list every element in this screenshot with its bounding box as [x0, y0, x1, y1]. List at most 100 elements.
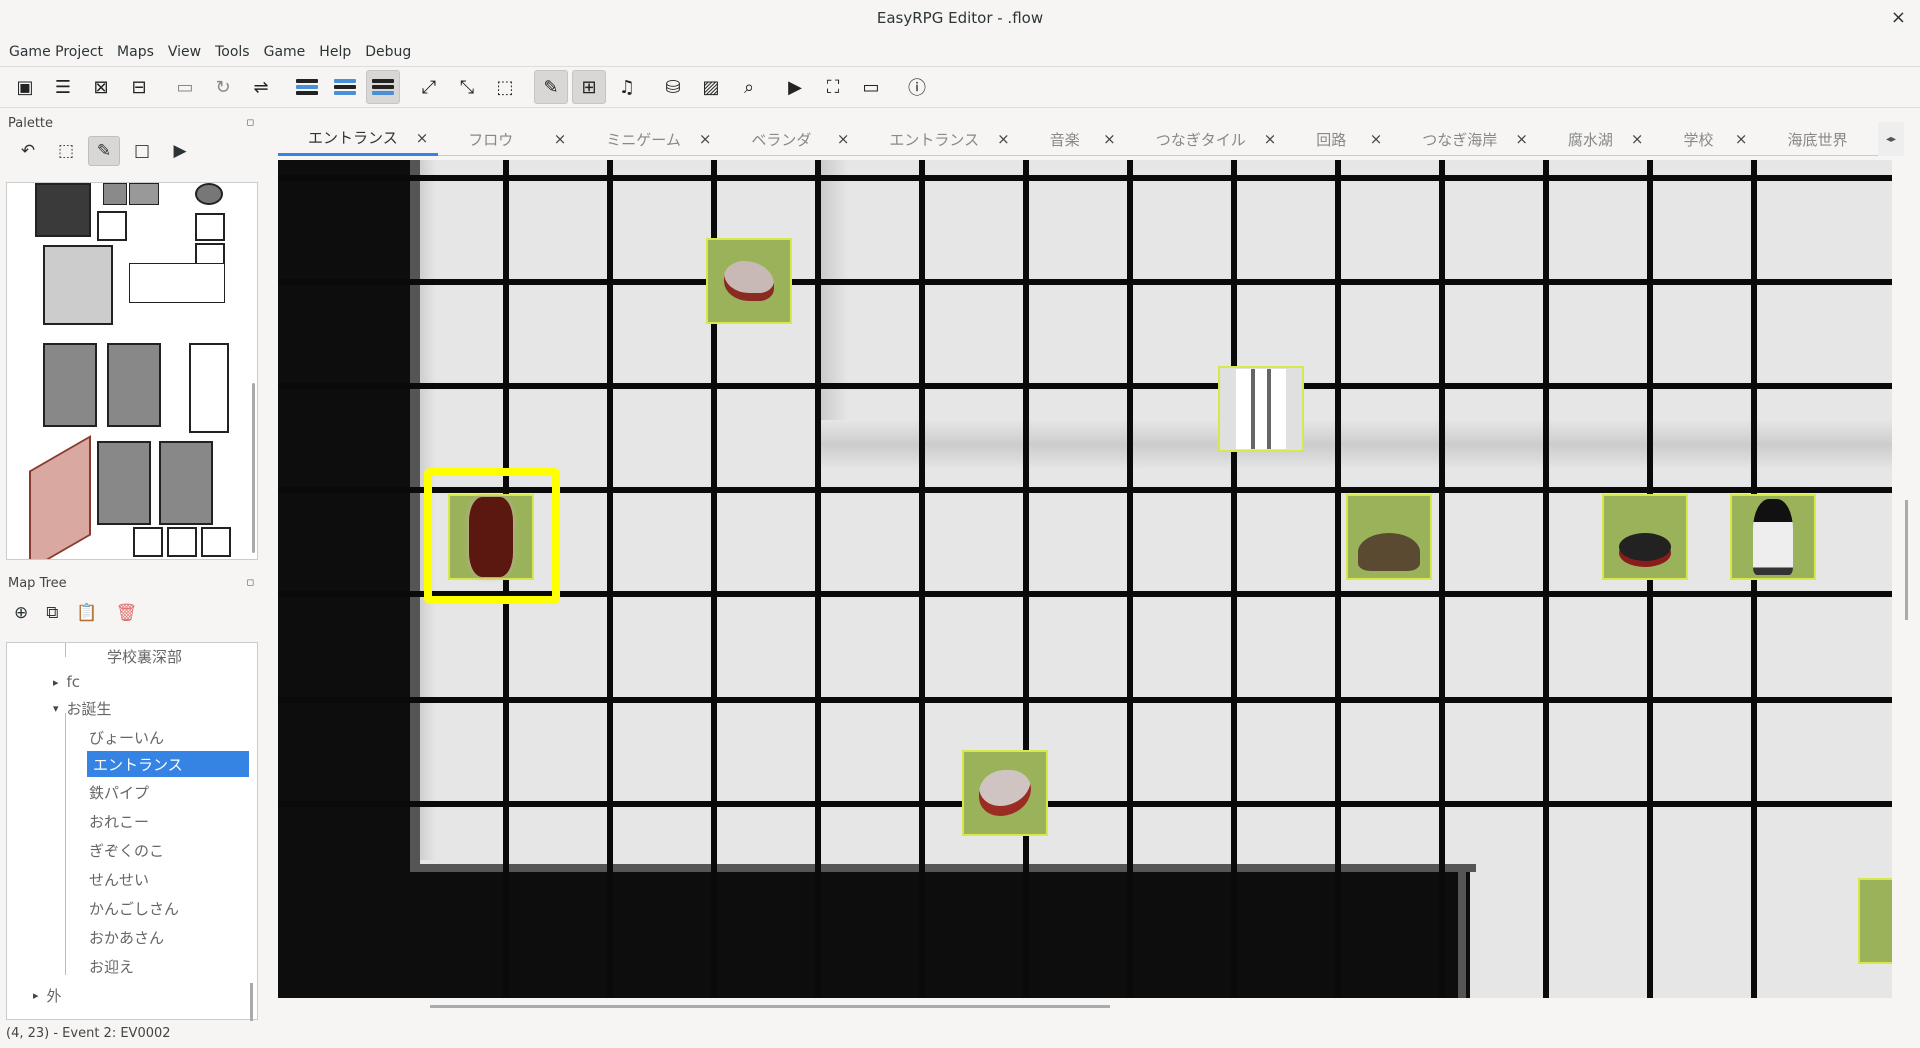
tree-item[interactable]: ▸ fc [53, 669, 80, 695]
tab-minigame[interactable]: ミニゲーム × [576, 122, 721, 156]
save-icon[interactable]: ▭ [168, 70, 202, 104]
menu-debug[interactable]: Debug [360, 44, 416, 60]
tree-item[interactable]: 学校裏深部 [107, 643, 182, 669]
map-canvas[interactable] [278, 160, 1892, 998]
map-hscrollbar[interactable] [430, 1005, 1110, 1008]
tab-flow[interactable]: フロウ × [438, 122, 576, 156]
fullscreen-icon[interactable]: ⛶ [816, 70, 850, 104]
tab-veranda[interactable]: ベランダ × [721, 122, 859, 156]
tree-item[interactable]: 鉄パイプ [89, 779, 149, 805]
tile-frame[interactable] [201, 527, 231, 557]
tileset-icon[interactable]: ⊞ [572, 70, 606, 104]
tile-table[interactable] [43, 245, 113, 325]
pencil-icon[interactable]: ✎ [88, 136, 120, 166]
event-edge[interactable] [1858, 878, 1892, 964]
tab-undersea[interactable]: 海底世界 [1757, 122, 1877, 156]
close-icon[interactable]: × [997, 130, 1010, 148]
tile-blood-streak[interactable] [29, 435, 91, 559]
event-doctor-character[interactable] [1730, 494, 1816, 580]
play-test-icon[interactable]: ▶ [778, 70, 812, 104]
tree-item[interactable]: ▾ お誕生 [53, 695, 112, 721]
close-icon[interactable]: × [1735, 130, 1748, 148]
zoom-in-icon[interactable]: ⤢ [412, 70, 446, 104]
tile-frame[interactable] [97, 211, 127, 241]
tile-clock[interactable] [195, 183, 223, 205]
title-screen-icon[interactable]: ▭ [854, 70, 888, 104]
menu-game[interactable]: Game [259, 44, 311, 60]
music-icon[interactable]: ♫ [610, 70, 644, 104]
event-fallen-person[interactable] [1346, 494, 1432, 580]
upper-layer-icon[interactable] [328, 70, 362, 104]
close-icon[interactable]: × [1264, 130, 1277, 148]
tree-item[interactable]: ぎぞくのこ [89, 837, 164, 863]
menu-view[interactable]: View [163, 44, 206, 60]
tile-frame[interactable] [167, 527, 197, 557]
tab-entrance-2[interactable]: エントランス × [859, 122, 1019, 156]
tab-scroll-arrows[interactable]: ◂▸ [1878, 122, 1904, 156]
new-project-icon[interactable]: ▣ [8, 70, 42, 104]
tree-item[interactable]: かんごしさん [89, 895, 179, 921]
new-map-icon[interactable]: ⊕ [14, 603, 28, 623]
close-icon[interactable]: × [1631, 130, 1644, 148]
event-layer-icon[interactable] [366, 70, 400, 104]
import-icon[interactable]: ⊟ [122, 70, 156, 104]
close-icon[interactable]: × [837, 130, 850, 148]
tile-bed[interactable] [107, 343, 161, 427]
delete-map-icon[interactable]: 🗑 [116, 603, 138, 623]
tree-item[interactable]: ▸ 外 [33, 982, 62, 1008]
close-icon[interactable]: × [416, 129, 429, 147]
rectangle-icon[interactable]: □ [126, 136, 158, 166]
float-icon[interactable]: ◻ [247, 118, 254, 128]
tree-item[interactable]: せんせい [89, 866, 149, 892]
menu-maps[interactable]: Maps [112, 44, 159, 60]
close-icon[interactable]: × [699, 130, 712, 148]
event-pipe[interactable] [1218, 366, 1304, 452]
tile-bed[interactable] [43, 343, 97, 427]
close-icon[interactable]: × [1370, 130, 1383, 148]
pencil-icon[interactable]: ✎ [534, 70, 568, 104]
tab-entrance[interactable]: エントランス × [278, 122, 439, 156]
event-fallen-head[interactable] [1602, 494, 1688, 580]
tile-frame[interactable] [195, 213, 225, 241]
tab-connect-coast[interactable]: つなぎ海岸 × [1392, 122, 1538, 156]
menu-tools[interactable]: Tools [210, 44, 255, 60]
menu-game-project[interactable]: Game Project [4, 44, 108, 60]
tree-item[interactable]: おれこー [89, 808, 149, 834]
lower-layer-icon[interactable] [290, 70, 324, 104]
close-icon[interactable]: × [1891, 7, 1906, 28]
palette-scrollbar[interactable] [252, 383, 255, 553]
collapse-arrow-icon[interactable]: ▾ [53, 702, 59, 715]
tile-bed[interactable] [97, 441, 151, 525]
tile-bed[interactable] [159, 441, 213, 525]
menu-help[interactable]: Help [314, 44, 356, 60]
tile-rack[interactable] [189, 343, 229, 433]
tree-item[interactable]: おかあさん [89, 924, 164, 950]
select-icon[interactable]: ⬚ [50, 136, 82, 166]
tree-item-selected[interactable]: エントランス [87, 751, 249, 777]
tree-item[interactable]: びょーいん [89, 724, 164, 750]
tab-rot-lake[interactable]: 腐水湖 × [1538, 122, 1654, 156]
event-blood-stain[interactable] [706, 238, 792, 324]
zoom-out-icon[interactable]: ⤡ [450, 70, 484, 104]
copy-map-icon[interactable]: ⧉ [46, 603, 58, 623]
tab-circuit[interactable]: 回路 × [1286, 122, 1392, 156]
tab-school[interactable]: 学校 × [1653, 122, 1757, 156]
float-icon[interactable]: ◻ [247, 578, 254, 588]
expand-arrow-icon[interactable]: ▸ [53, 676, 59, 689]
revert-icon[interactable]: ↻ [206, 70, 240, 104]
properties-icon[interactable]: ⇌ [244, 70, 278, 104]
close-project-icon[interactable]: ⊠ [84, 70, 118, 104]
close-icon[interactable]: × [1515, 130, 1528, 148]
event-blood-stain-2[interactable] [962, 750, 1048, 836]
resource-manager-icon[interactable]: ▨ [694, 70, 728, 104]
open-project-icon[interactable]: ☰ [46, 70, 80, 104]
map-vscrollbar[interactable] [1905, 500, 1908, 620]
tile-table-small[interactable] [129, 183, 159, 205]
info-icon[interactable]: ⓘ [900, 70, 934, 104]
undo-icon[interactable]: ↶ [12, 136, 44, 166]
database-icon[interactable]: ⛁ [656, 70, 690, 104]
tile-chair[interactable] [103, 183, 127, 205]
close-icon[interactable]: × [554, 130, 567, 148]
tab-music[interactable]: 音楽 × [1020, 122, 1126, 156]
tile-desk[interactable] [129, 263, 225, 303]
